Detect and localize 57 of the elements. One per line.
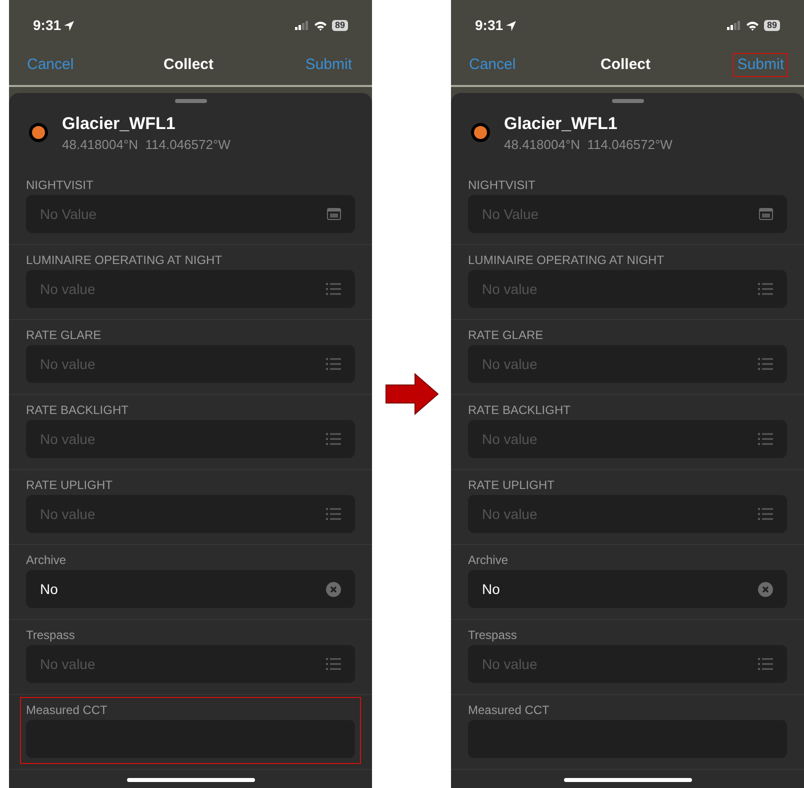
input-field[interactable]: No: [26, 570, 355, 608]
cancel-button[interactable]: Cancel: [467, 54, 518, 76]
field-label: NIGHTVISIT: [468, 178, 536, 192]
list-icon: [758, 508, 773, 520]
clear-icon[interactable]: [326, 582, 341, 596]
field-label: Archive: [26, 553, 66, 567]
screen-title: Collect: [164, 54, 214, 75]
field-label: Archive: [468, 553, 508, 567]
list-icon: [758, 658, 773, 670]
calendar-icon: [327, 208, 341, 220]
field-label: LUMINAIRE OPERATING AT NIGHT: [468, 253, 664, 267]
wifi-icon: [746, 20, 759, 30]
field-label: LUMINAIRE OPERATING AT NIGHT: [26, 253, 222, 267]
field-label: RATE UPLIGHT: [468, 478, 554, 492]
signal-icon: [726, 21, 741, 30]
field-label: NIGHTVISIT: [26, 178, 94, 192]
wifi-icon: [314, 20, 327, 30]
battery-indicator: 89: [332, 20, 348, 31]
list-icon: [326, 283, 341, 295]
submit-button[interactable]: Submit: [301, 52, 356, 78]
field-label: RATE BACKLIGHT: [468, 403, 570, 417]
field-label: RATE GLARE: [26, 328, 102, 342]
drag-handle[interactable]: [174, 99, 206, 103]
drag-handle[interactable]: [612, 99, 644, 103]
feature-name: Glacier_WFL1: [62, 113, 176, 135]
field-label: Measured CCT: [26, 703, 108, 717]
battery-indicator: 89: [764, 20, 780, 31]
screen-title: Collect: [600, 54, 651, 75]
status-time: 9:31: [33, 16, 62, 35]
field-value: No: [482, 580, 500, 598]
location-arrow-icon: [506, 20, 516, 30]
list-icon: [758, 358, 773, 370]
signal-icon: [294, 21, 309, 30]
calendar-icon: [759, 208, 773, 220]
list-icon: [758, 283, 773, 295]
field-value: No: [40, 580, 58, 598]
submit-button[interactable]: Submit: [733, 52, 788, 78]
field-label: RATE GLARE: [468, 328, 544, 342]
field-label: Trespass: [26, 628, 75, 642]
input-field[interactable]: No: [468, 570, 787, 608]
feature-name: Glacier_WFL1: [504, 113, 618, 135]
feature-coordinates: 48.418004°N 114.046572°W: [504, 136, 672, 154]
right-arrow-icon: [384, 373, 438, 415]
field-label: RATE UPLIGHT: [26, 478, 112, 492]
list-icon: [326, 658, 341, 670]
clear-icon[interactable]: [758, 582, 773, 596]
status-time: 9:31: [475, 16, 504, 35]
feature-coordinates: 48.418004°N 114.046572°W: [62, 136, 230, 154]
list-icon: [758, 433, 773, 445]
cancel-button[interactable]: Cancel: [25, 54, 76, 76]
field-label: Trespass: [468, 628, 517, 642]
list-icon: [326, 433, 341, 445]
list-icon: [326, 508, 341, 520]
list-icon: [326, 358, 341, 370]
location-arrow-icon: [64, 20, 74, 30]
field-label: RATE BACKLIGHT: [26, 403, 128, 417]
field-label: Measured CCT: [468, 703, 550, 717]
